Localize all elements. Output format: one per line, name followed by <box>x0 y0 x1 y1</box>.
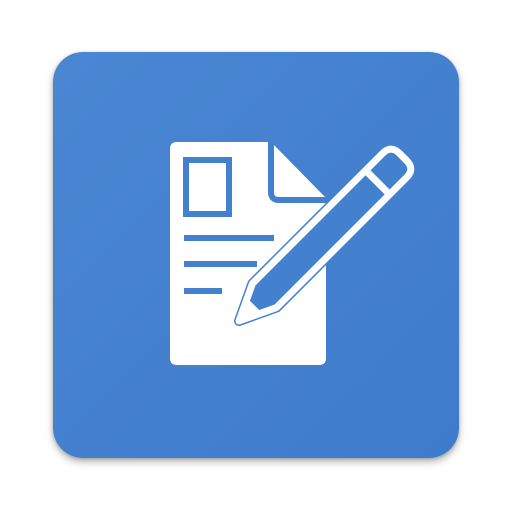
text-line <box>184 261 257 267</box>
app-icon[interactable] <box>53 52 459 458</box>
app-icon-canvas <box>0 0 512 512</box>
text-line <box>184 288 222 294</box>
document-edit-icon <box>53 52 459 458</box>
text-line <box>184 235 274 241</box>
